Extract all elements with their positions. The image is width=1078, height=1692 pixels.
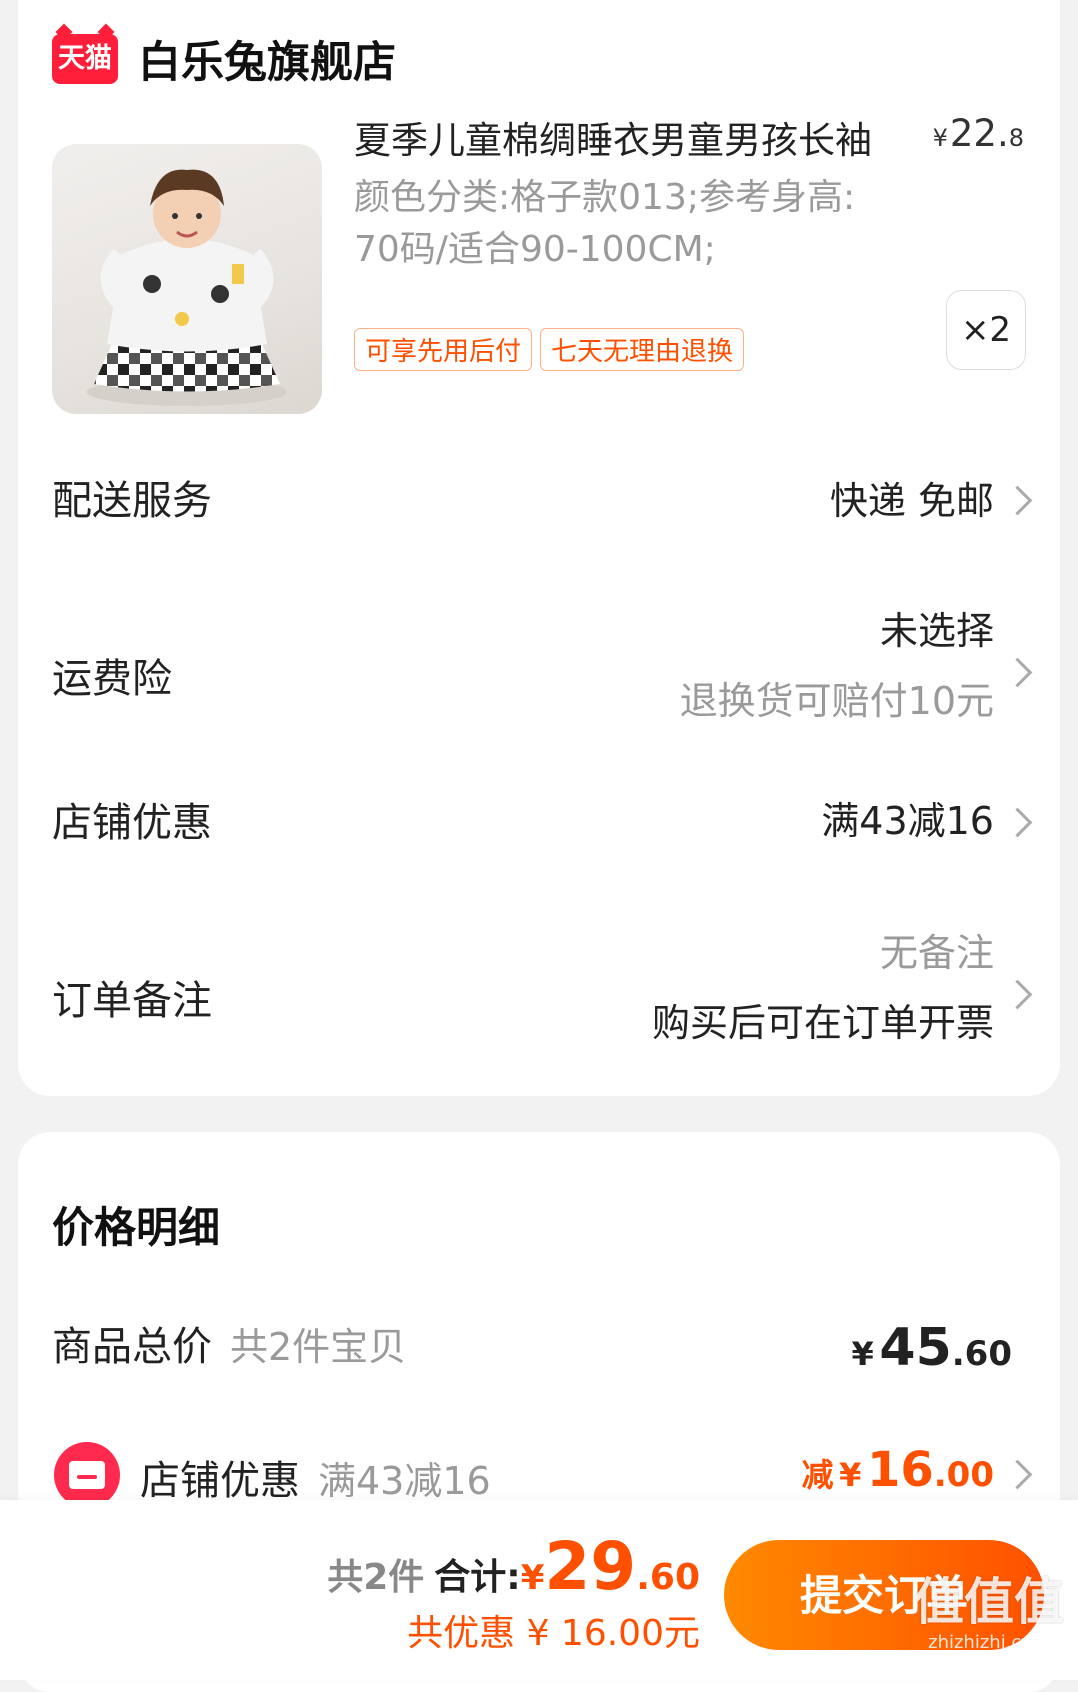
total-label: 合计:: [434, 1557, 521, 1598]
goods-total-currency: ¥: [851, 1335, 874, 1373]
shop-discount-amount: 减 ¥ 16.00: [802, 1442, 994, 1498]
goods-total-decimal: .60: [951, 1334, 1012, 1374]
total-integer: 29: [544, 1528, 637, 1605]
delivery-value: 快递 免邮: [829, 479, 994, 523]
checkout-bar: 共2件 合计:¥29.60 共优惠 ¥ 16.00元 提交订单 值值值 zhizh…: [0, 1500, 1078, 1680]
shop-icon: [54, 1442, 120, 1508]
product-price: ¥22.8: [933, 112, 1024, 155]
chevron-right-icon: [1002, 657, 1033, 688]
watermark-url: zhizhizhi.com: [928, 1632, 1050, 1653]
goods-total-amount: ¥ 45.60: [852, 1318, 1012, 1378]
watermark-logo: 值值值 zhizhizhi.com: [914, 1572, 1064, 1672]
order-card: 天猫 白乐兔旗舰店 夏季儿童棉绸睡衣男童男孩长袖 ¥22.8 颜色分类:格子款0…: [18, 0, 1060, 1096]
item-count: 共2件: [327, 1557, 425, 1598]
store-discount-label: 店铺优惠: [52, 800, 212, 846]
service-tags: 可享先用后付 七天无理由退换: [354, 328, 745, 371]
chevron-right-icon: [1002, 979, 1033, 1010]
total-currency: ¥: [520, 1558, 545, 1598]
order-summary: 共2件 合计:¥29.60: [327, 1528, 700, 1605]
discount-decimal: .00: [933, 1455, 994, 1495]
shipping-insurance-row[interactable]: 运费险 未选择 退换货可赔付10元: [18, 600, 1060, 740]
tag-free-return: 七天无理由退换: [540, 328, 745, 371]
delivery-label: 配送服务: [52, 478, 212, 524]
insurance-value: 未选择: [879, 609, 994, 653]
price-decimal: 8: [1008, 124, 1024, 152]
discount-currency: ¥: [839, 1456, 862, 1494]
note-invoice-hint: 购买后可在订单开票: [651, 1001, 994, 1045]
price-currency: ¥: [932, 124, 948, 152]
note-value: 无备注: [879, 931, 994, 975]
chevron-right-icon: [1002, 807, 1033, 838]
quantity-stepper[interactable]: ×2: [946, 290, 1026, 370]
product-sku[interactable]: 颜色分类:格子款013;参考身高: 70码/适合90-100CM;: [354, 172, 914, 276]
shop-discount-row[interactable]: 店铺优惠 满43减16: [140, 1448, 491, 1506]
insurance-label: 运费险: [52, 656, 172, 702]
chevron-right-icon: [1002, 485, 1033, 516]
goods-total-integer: 45: [879, 1318, 952, 1378]
goods-total-row: 商品总价 共2件宝贝: [52, 1314, 406, 1372]
store-discount-row[interactable]: 店铺优惠 满43减16: [18, 760, 1060, 860]
tag-pay-later: 可享先用后付: [354, 328, 533, 371]
product-image[interactable]: [52, 144, 322, 414]
delivery-row[interactable]: 配送服务 快递 免邮: [18, 440, 1060, 540]
price-details-title: 价格明细: [52, 1203, 221, 1252]
watermark-text: 值值值: [914, 1573, 1064, 1631]
price-integer: 22.: [949, 112, 1009, 155]
store-discount-value: 满43减16: [821, 799, 994, 843]
note-label: 订单备注: [52, 978, 212, 1024]
sku-line-1: 颜色分类:格子款013;参考身高:: [354, 177, 856, 218]
shop-discount-sub: 满43减16: [318, 1459, 491, 1503]
insurance-sub: 退换货可赔付10元: [679, 679, 994, 723]
discount-prefix: 减: [801, 1456, 834, 1494]
store-name[interactable]: 白乐兔旗舰店: [138, 28, 396, 90]
shop-discount-label: 店铺优惠: [140, 1458, 300, 1504]
goods-total-label: 商品总价: [52, 1324, 212, 1370]
discount-integer: 16: [866, 1442, 934, 1498]
sku-line-2: 70码/适合90-100CM;: [354, 229, 716, 270]
product-photo-illustration: [87, 169, 287, 406]
goods-count: 共2件宝贝: [230, 1325, 407, 1369]
total-decimal: .60: [636, 1557, 700, 1598]
product-title[interactable]: 夏季儿童棉绸睡衣男童男孩长袖: [354, 110, 924, 164]
chevron-right-icon: [1002, 1459, 1033, 1490]
tmall-logo-icon: 天猫: [52, 34, 118, 84]
total-savings: 共优惠 ¥ 16.00元: [407, 1613, 700, 1654]
order-note-row[interactable]: 订单备注 无备注 购买后可在订单开票: [18, 922, 1060, 1062]
